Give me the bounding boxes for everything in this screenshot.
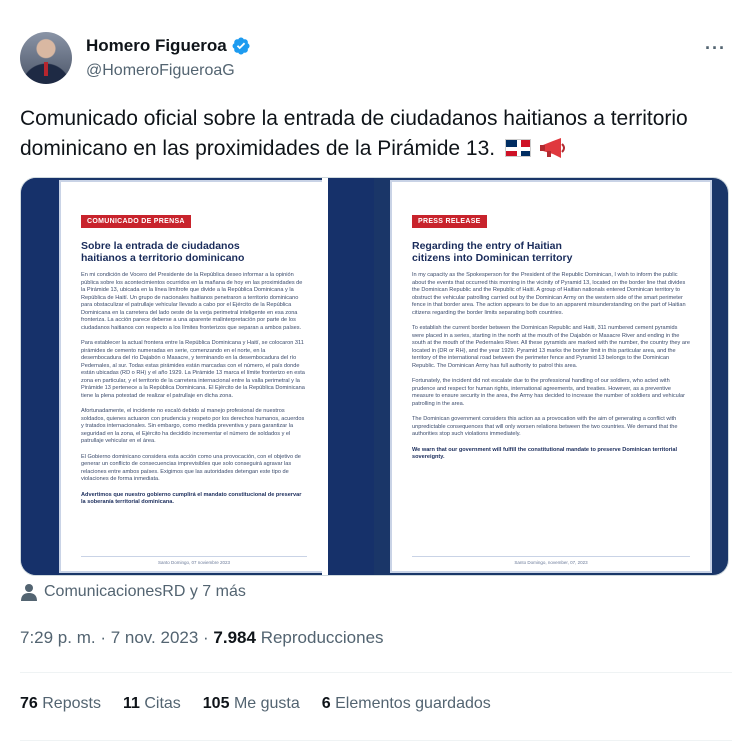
- separator: ·: [95, 628, 111, 647]
- tweet-time[interactable]: 7:29 p. m.: [20, 628, 96, 647]
- doc-paragraph: In my capacity as the Spokesperson for t…: [412, 272, 686, 316]
- doc-footer: Santo Domingo, 07 noviembre 2023: [157, 560, 231, 565]
- reposts-stat[interactable]: 76 Reposts: [20, 695, 101, 713]
- divider: [20, 672, 732, 673]
- navy-stripe: [21, 178, 59, 575]
- separator: ·: [198, 628, 214, 647]
- doc-paragraph: Fortunately, the incident did not escala…: [412, 378, 685, 407]
- display-name[interactable]: Homero Figueroa: [86, 36, 227, 56]
- tagged-people[interactable]: ComunicacionesRD y 7 más: [20, 583, 246, 601]
- engagement-stats: 76 Reposts 11 Citas 105 Me gusta 6 Eleme…: [20, 695, 491, 713]
- doc-paragraph: El Gobierno dominicano considera esta ac…: [81, 453, 301, 483]
- verified-badge-icon: [232, 37, 250, 55]
- document-page: COMUNICADO DE PRENSA Sobre la entrada de…: [59, 180, 329, 573]
- tweet-date[interactable]: 7 nov. 2023: [111, 628, 199, 647]
- doc-paragraph: En mi condición de Vocero del Presidente…: [81, 272, 303, 331]
- bookmarks-count: 6: [321, 695, 331, 712]
- navy-stripe: [328, 178, 374, 575]
- doc-paragraph: Afortunadamente, el incidente no escaló …: [81, 408, 305, 444]
- badge: COMUNICADO DE PRENSA: [81, 215, 191, 228]
- dominican-flag-icon: [504, 139, 531, 157]
- tweet-meta: 7:29 p. m. · 7 nov. 2023 · 7.984 Reprodu…: [20, 628, 384, 648]
- megaphone-icon: [539, 138, 565, 158]
- views-count: 7.984: [213, 628, 256, 647]
- likes-stat[interactable]: 105 Me gusta: [203, 695, 300, 713]
- likes-count: 105: [202, 695, 230, 712]
- likes-label: Me gusta: [233, 695, 300, 712]
- name-row: Homero Figueroa: [86, 36, 251, 56]
- media-attachment[interactable]: COMUNICADO DE PRENSA Sobre la entrada de…: [20, 177, 729, 576]
- person-icon: [21, 584, 37, 601]
- avatar[interactable]: [20, 32, 72, 84]
- quotes-label: Citas: [144, 695, 181, 712]
- tweet-header: Homero Figueroa @HomeroFigueroaG ···: [20, 32, 732, 86]
- doc-footer: Santo Domingo, november, 07, 2023: [514, 560, 588, 565]
- document-page: PRESS RELEASE Regarding the entry of Hai…: [390, 180, 712, 573]
- tweet-body: Comunicado oficial sobre la entrada de c…: [20, 107, 688, 160]
- doc-paragraph: Para establecer la actual frontera entre…: [81, 340, 305, 399]
- doc-closing: We warn that our government will fulfill…: [412, 446, 678, 461]
- badge: PRESS RELEASE: [412, 215, 487, 228]
- divider: [20, 740, 732, 741]
- tweet-text: Comunicado oficial sobre la entrada de c…: [20, 104, 732, 164]
- doc-title: Sobre la entrada de ciudadanos haitianos…: [81, 240, 245, 264]
- reposts-label: Reposts: [42, 695, 101, 712]
- reposts-count: 76: [20, 695, 38, 712]
- doc-paragraph: To establish the current border between …: [412, 325, 690, 369]
- more-icon[interactable]: ···: [705, 38, 726, 59]
- doc-paragraph: The Dominican government considers this …: [412, 416, 678, 437]
- quotes-count: 11: [122, 695, 140, 712]
- quotes-stat[interactable]: 11 Citas: [123, 695, 181, 713]
- doc-closing: Advertimos que nuestro gobierno cumplirá…: [81, 491, 302, 506]
- bookmarks-stat[interactable]: 6 Elementos guardados: [322, 695, 491, 713]
- bookmarks-label: Elementos guardados: [335, 695, 491, 712]
- press-release-en[interactable]: PRESS RELEASE Regarding the entry of Hai…: [374, 178, 728, 575]
- tagged-label[interactable]: ComunicacionesRD y 7 más: [44, 583, 246, 601]
- views-label: Reproducciones: [255, 628, 384, 647]
- doc-title: Regarding the entry of Haitian citizens …: [412, 240, 573, 264]
- press-release-es[interactable]: COMUNICADO DE PRENSA Sobre la entrada de…: [21, 178, 374, 575]
- handle[interactable]: @HomeroFigueroaG: [86, 62, 235, 80]
